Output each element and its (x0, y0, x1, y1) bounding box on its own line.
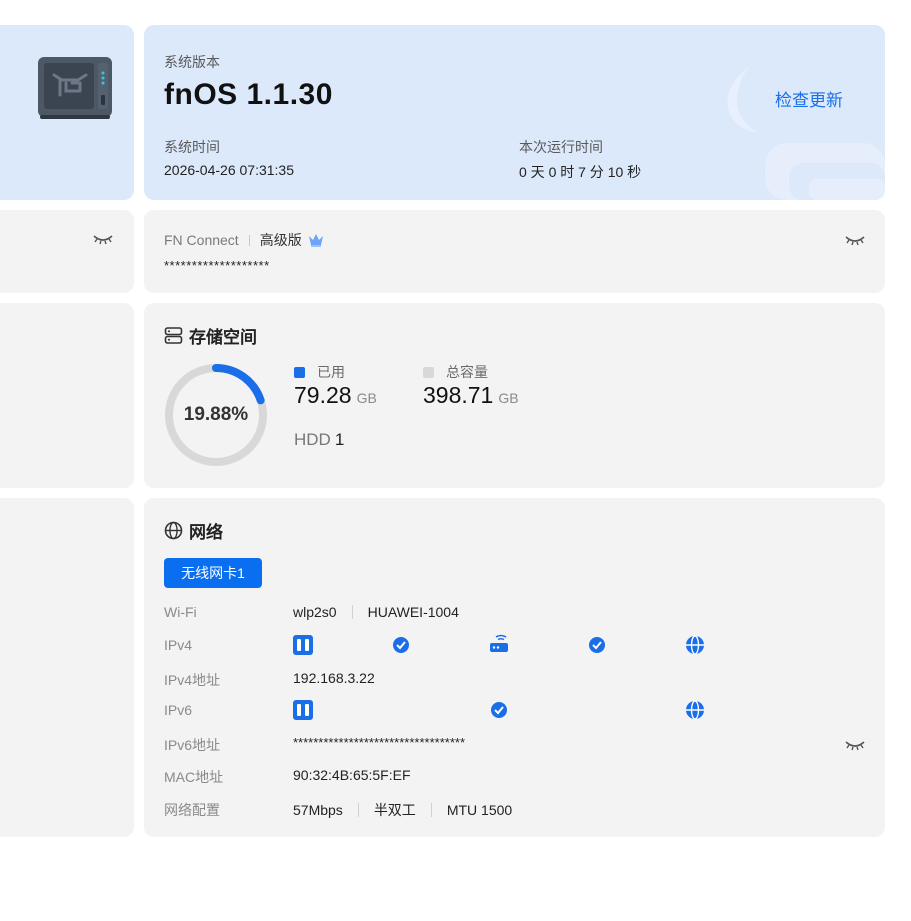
storage-title: 存储空间 (164, 323, 257, 348)
eye-closed-icon[interactable] (92, 232, 114, 246)
network-title: 网络 (164, 518, 223, 543)
left-panel-card (0, 303, 134, 488)
eye-closed-icon[interactable] (844, 738, 866, 752)
legend-used: 已用 (294, 362, 345, 382)
wifi-ssid: HUAWEI-1004 (367, 604, 459, 620)
network-config-value: 57Mbps 半双工 MTU 1500 (293, 800, 512, 820)
ipv6-topology (293, 700, 704, 720)
storage-icon (164, 327, 183, 344)
network-card: 网络 无线网卡1 Wi-Fi wlp2s0 HUAWEI-1004 IPv4 I… (144, 498, 885, 837)
mac-address-value: 90:32:4B:65:5F:EF (293, 767, 411, 783)
storage-usage-percent: 19.88% (183, 404, 249, 425)
total-unit: GB (498, 390, 519, 406)
storage-title-text: 存储空间 (189, 328, 257, 347)
system-time-label: 系统时间 (164, 139, 220, 155)
system-version-label: 系统版本 (164, 54, 220, 70)
legend-total-swatch (423, 366, 434, 378)
router-icon (490, 634, 508, 652)
divider (430, 803, 432, 817)
used-value: 79.28 (294, 382, 352, 408)
total-value: 398.71 (423, 382, 494, 408)
legend-total-label: 总容量 (446, 364, 488, 380)
wifi-value: wlp2s0 HUAWEI-1004 (293, 604, 459, 620)
total-capacity: 398.71 GB (423, 382, 519, 409)
wifi-interface: wlp2s0 (293, 604, 337, 620)
nic-icon (293, 635, 313, 655)
disk-count: 1 (334, 430, 345, 449)
wifi-label: Wi-Fi (164, 604, 197, 620)
check-update-button[interactable]: 检查更新 (775, 86, 843, 111)
system-info-card: 系统版本 fnOS 1.1.30 检查更新 系统时间 2026-04-26 07… (144, 25, 885, 200)
used-unit: GB (356, 390, 377, 406)
divider (357, 803, 359, 817)
disk-summary: HDD 1 (294, 430, 344, 450)
tab-wireless-nic-1[interactable]: 无线网卡1 (164, 558, 262, 588)
uptime-label: 本次运行时间 (519, 139, 603, 155)
disk-type: HDD (294, 430, 331, 449)
fn-connect-tier: 高级版 (259, 232, 302, 248)
link-speed: 57Mbps (293, 802, 343, 818)
eye-closed-icon[interactable] (844, 233, 866, 247)
mtu-value: MTU 1500 (446, 802, 513, 818)
legend-total: 总容量 (423, 362, 488, 382)
ipv4-address-label: IPv4地址 (164, 672, 221, 688)
fn-connect-card: FN Connect 高级版 ******************* (144, 210, 885, 293)
crown-icon (308, 234, 323, 247)
ipv4-address-value: 192.168.3.22 (293, 670, 375, 686)
device-card (0, 25, 134, 200)
check-icon (393, 637, 409, 653)
nic-icon (293, 700, 313, 720)
check-icon (589, 637, 605, 653)
ipv6-label: IPv6 (164, 702, 193, 718)
legend-used-label: 已用 (317, 364, 345, 380)
uptime-value: 0 天 0 时 7 分 10 秒 (519, 164, 642, 180)
ipv4-label: IPv4 (164, 637, 193, 653)
used-capacity: 79.28 GB (294, 382, 377, 409)
network-title-text: 网络 (189, 523, 223, 542)
globe-icon (686, 635, 704, 655)
divider (248, 234, 250, 246)
check-icon (491, 702, 507, 718)
mac-address-label: MAC地址 (164, 769, 224, 785)
legend-used-swatch (294, 366, 305, 378)
left-panel-card (0, 498, 134, 837)
ipv6-address-masked: ********************************** (293, 735, 466, 750)
fn-connect-header: FN Connect 高级版 (164, 230, 324, 250)
ipv4-topology (293, 634, 704, 655)
fn-connect-label: FN Connect (164, 232, 239, 248)
storage-card: 存储空间 19.88% 已用 79.28 GB 总容量 398.71 GB HDD 1 (144, 303, 885, 488)
network-config-label: 网络配置 (164, 802, 220, 818)
ipv6-address-label: IPv6地址 (164, 737, 221, 753)
globe-outline-icon (164, 521, 183, 540)
globe-icon (686, 700, 704, 720)
nas-device-image (38, 57, 112, 119)
duplex-mode: 半双工 (373, 802, 416, 818)
system-time-value: 2026-04-26 07:31:35 (164, 162, 294, 178)
system-version-value: fnOS 1.1.30 (164, 78, 333, 111)
left-panel-card (0, 210, 134, 293)
divider (351, 605, 353, 619)
fn-connect-id-masked: ******************* (164, 258, 270, 273)
